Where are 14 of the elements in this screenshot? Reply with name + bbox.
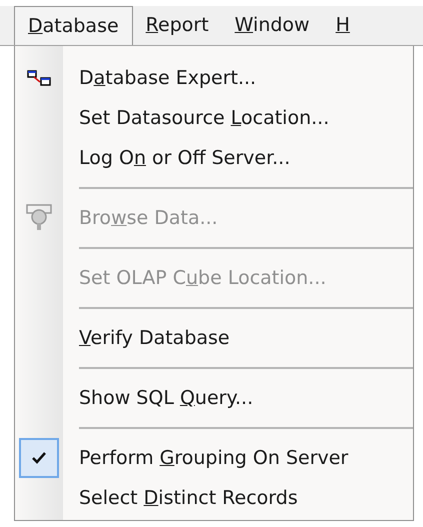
browse-icon xyxy=(26,204,52,232)
menu-item[interactable]: Select Distinct Records xyxy=(15,478,413,518)
menu-item[interactable]: Show SQL Query... xyxy=(15,378,413,418)
linked-tables-icon xyxy=(27,70,51,86)
menu-item[interactable]: Verify Database xyxy=(15,318,413,358)
menu-bar-item[interactable]: H xyxy=(322,6,363,45)
menu-bar-item[interactable]: Report xyxy=(132,6,222,45)
menu-bar-item[interactable]: Database xyxy=(14,6,133,45)
menu-item[interactable]: Database Expert... xyxy=(15,58,413,98)
menu-bar-item[interactable]: Window xyxy=(222,6,323,45)
checkmark-icon xyxy=(19,438,59,478)
menu-item[interactable]: Perform Grouping On Server xyxy=(15,438,413,478)
menu-item[interactable]: Log On or Off Server... xyxy=(15,138,413,178)
menu-item[interactable]: Set Datasource Location... xyxy=(15,98,413,138)
